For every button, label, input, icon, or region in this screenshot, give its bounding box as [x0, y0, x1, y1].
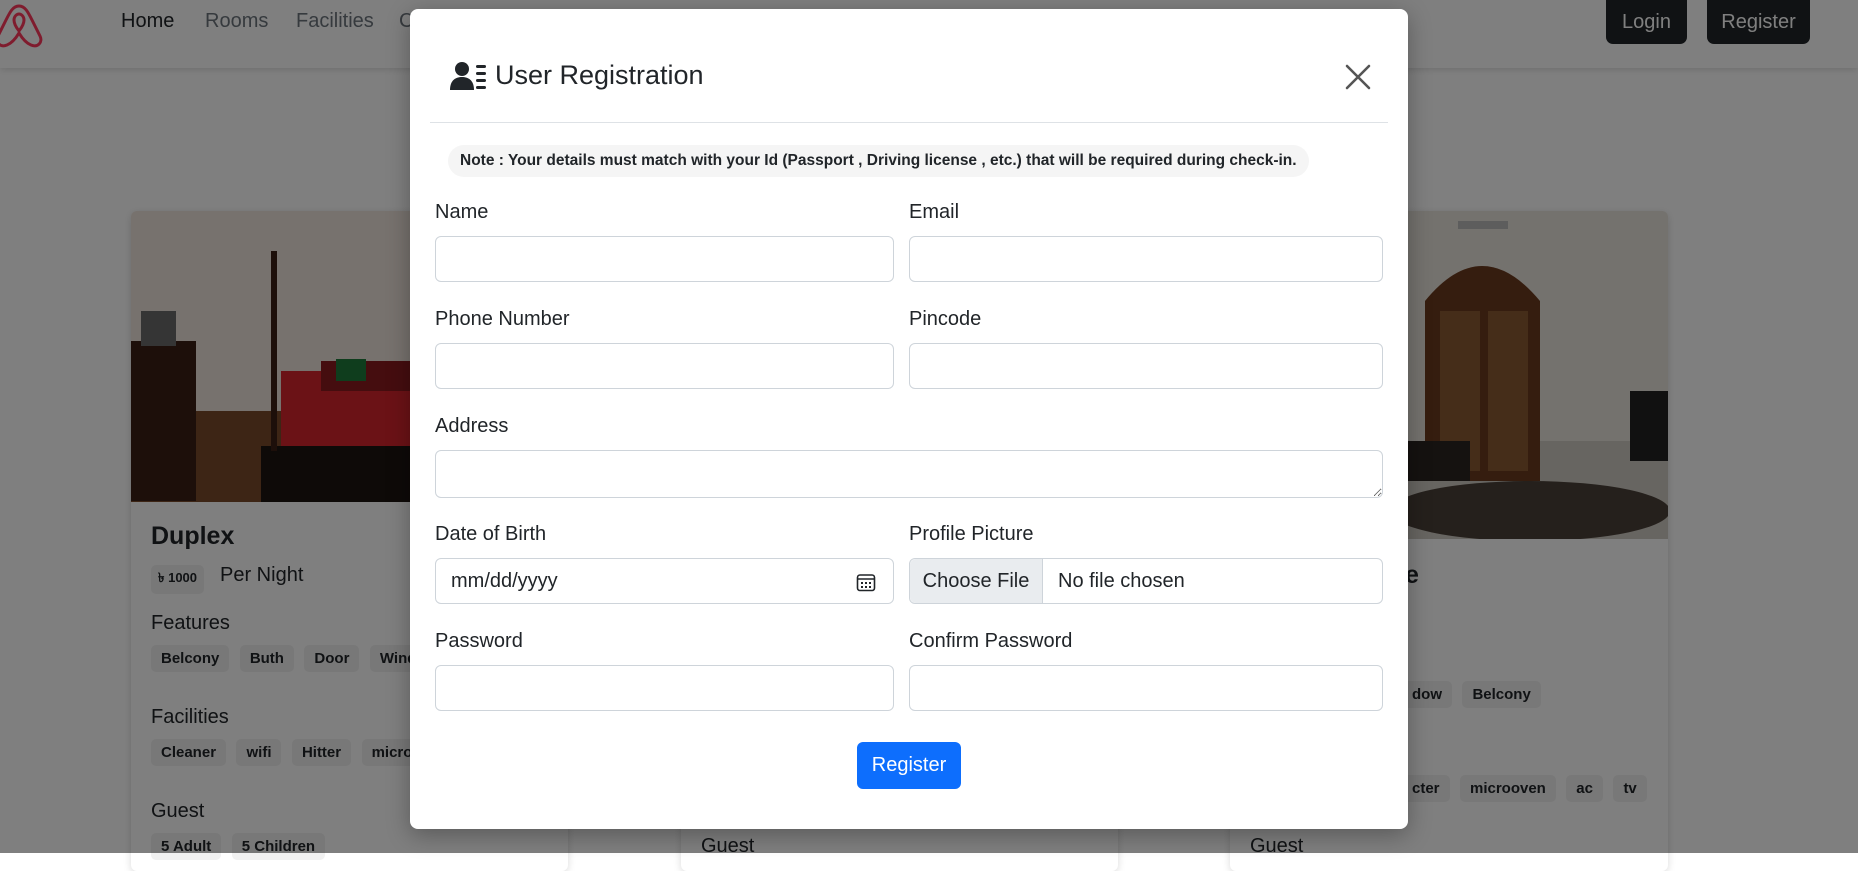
password-input[interactable] [435, 665, 894, 711]
phone-input[interactable] [435, 343, 894, 389]
pincode-label: Pincode [909, 308, 982, 330]
id-match-note: Note : Your details must match with your… [448, 145, 1309, 177]
name-input[interactable] [435, 236, 894, 282]
user-list-icon [450, 62, 486, 90]
email-input[interactable] [909, 236, 1383, 282]
confirm-password-label: Confirm Password [909, 630, 1073, 652]
name-label: Name [435, 201, 489, 223]
file-status: No file chosen [1058, 570, 1185, 592]
dob-label: Date of Birth [435, 523, 547, 545]
profile-picture-input[interactable]: Choose File No file chosen [909, 558, 1383, 604]
address-label: Address [435, 415, 509, 437]
choose-file-button[interactable]: Choose File [910, 559, 1043, 603]
profile-picture-label: Profile Picture [909, 523, 1034, 545]
address-textarea[interactable] [435, 450, 1383, 498]
email-label: Email [909, 201, 960, 223]
register-submit-button[interactable]: Register [857, 742, 961, 789]
modal-title: User Registration [495, 60, 704, 90]
pincode-input[interactable] [909, 343, 1383, 389]
password-label: Password [435, 630, 523, 652]
close-icon[interactable] [1345, 64, 1371, 90]
confirm-password-input[interactable] [909, 665, 1383, 711]
dob-placeholder: mm/dd/yyyy [451, 570, 558, 592]
phone-label: Phone Number [435, 308, 570, 330]
dob-input[interactable]: mm/dd/yyyy [435, 558, 894, 604]
calendar-icon[interactable] [856, 572, 876, 592]
